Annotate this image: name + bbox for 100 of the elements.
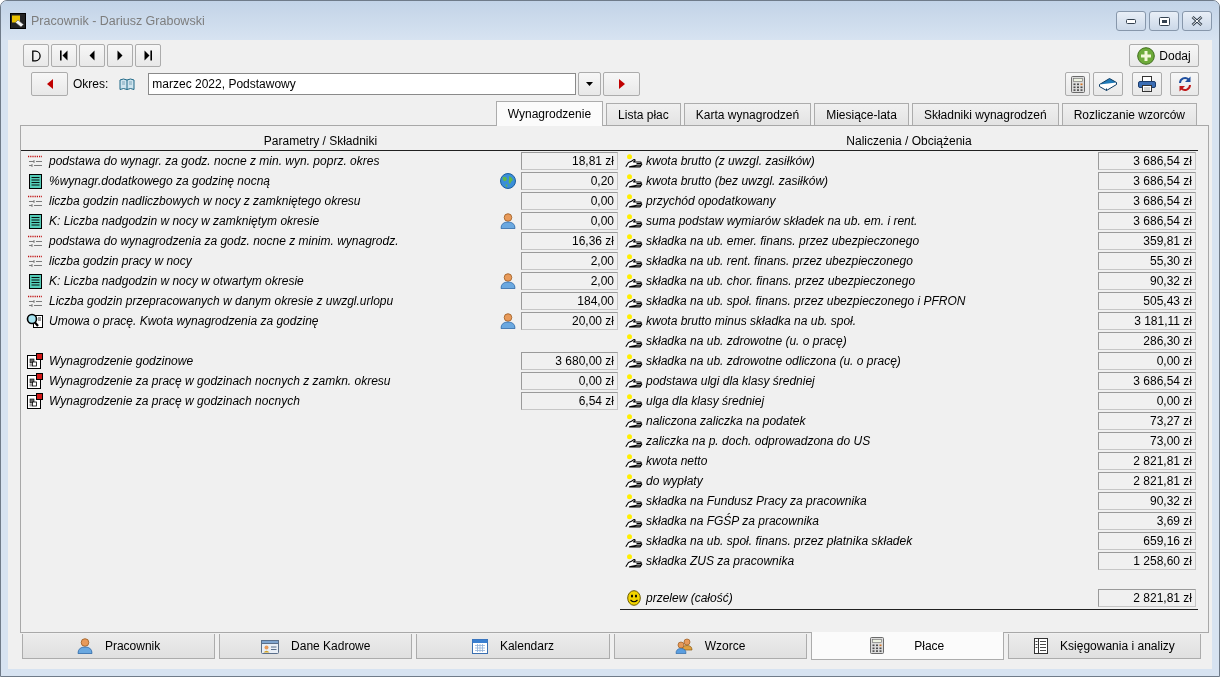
value-field: 0,00	[521, 192, 618, 210]
tab[interactable]: Wzorce	[613, 634, 807, 659]
tab[interactable]: Wynagrodzenie	[495, 101, 604, 126]
tab[interactable]: Karta wynagrodzeń	[683, 103, 812, 125]
minimize-icon	[1126, 18, 1136, 24]
row-label: składka na ub. chor. finans. przez ubezpieczonego	[646, 274, 917, 288]
value-field: 1 258,60 zł	[1098, 552, 1196, 570]
value-field: 90,32 zł	[1098, 272, 1196, 290]
last-icon	[143, 50, 153, 61]
row-label: naliczona zaliczka na podatek	[646, 414, 807, 428]
hand-coin-icon	[625, 234, 643, 248]
value-field: 3 686,54 zł	[1098, 172, 1196, 190]
tab[interactable]: Pracownik	[22, 634, 216, 659]
tab[interactable]: Miesiące-lata	[814, 103, 909, 125]
person-icon	[500, 213, 516, 229]
person-icon	[76, 638, 93, 654]
tab[interactable]: Dane Kadrowe	[219, 634, 413, 659]
print-button[interactable]	[1132, 72, 1162, 96]
value-field: 3 686,54 zł	[1098, 372, 1196, 390]
hand-coin-icon	[625, 354, 643, 368]
nav-button[interactable]	[135, 44, 161, 67]
tab[interactable]: Kalendarz	[416, 634, 610, 659]
row-label: K: Liczba nadgodzin w nocy w otwartym okresie	[49, 274, 305, 288]
hand-coin-icon	[625, 554, 643, 568]
dotted-lines-icon	[27, 195, 43, 207]
row-label: Wynagrodzenie za pracę w godzinach nocnych	[49, 394, 301, 408]
first-icon	[59, 50, 69, 61]
dotted-lines-icon	[27, 235, 43, 247]
row-label: składka na Fundusz Pracy za pracownika	[646, 494, 868, 508]
nav-button[interactable]	[79, 44, 105, 67]
refresh-icon	[1176, 76, 1193, 92]
restore-icon	[1158, 16, 1170, 26]
nav-button[interactable]	[107, 44, 133, 67]
value-field: 20,00 zł	[521, 312, 618, 330]
value-field: 0,20	[521, 172, 618, 190]
period-label: Okres:	[73, 77, 109, 91]
calculator-button[interactable]	[1065, 72, 1090, 96]
value-field: 73,00 zł	[1098, 432, 1196, 450]
row-label: kwota brutto minus składka na ub. społ.	[646, 314, 858, 328]
person-icon	[500, 313, 516, 329]
app-icon	[10, 12, 26, 29]
row-label: Wynagrodzenie za pracę w godzinach nocnych z zamkn. okresu	[49, 374, 392, 388]
hand-coin-icon	[625, 454, 643, 468]
value-field: 2,00	[521, 252, 618, 270]
previous-icon	[89, 50, 95, 61]
window-title: Pracownik - Dariusz Grabowski	[31, 13, 205, 28]
calculator-icon	[1070, 75, 1085, 93]
value-field: 659,16 zł	[1098, 532, 1196, 550]
row-label: składka na ub. zdrowotne odliczona (u. o pracę)	[646, 354, 902, 368]
period-combo-field[interactable]: marzec 2022, Podstawowy	[148, 73, 577, 95]
book-button[interactable]	[1093, 72, 1123, 96]
row-label: ulga dla klasy średniej	[646, 394, 766, 408]
close-icon	[1191, 16, 1203, 26]
tab[interactable]: Księgowania i analizy	[1007, 634, 1202, 659]
hand-coin-icon	[625, 274, 643, 288]
dotted-lines-icon	[27, 255, 43, 267]
refresh-button[interactable]	[1170, 72, 1199, 96]
nav-button[interactable]	[23, 44, 49, 67]
row-label: liczba godzin pracy w nocy	[49, 254, 193, 268]
minimize-button[interactable]	[1116, 11, 1146, 31]
close-button[interactable]	[1182, 11, 1212, 31]
tab[interactable]: Składniki wynagrodzeń	[911, 103, 1059, 125]
next-period-button[interactable]	[603, 72, 641, 96]
hand-coin-icon	[625, 294, 643, 308]
row-label: Umowa o pracę. Kwota wynagrodzenia za godzinę	[49, 314, 320, 328]
row-label: K: Liczba nadgodzin w nocy w zamkniętym okresie	[49, 214, 321, 228]
maximize-button[interactable]	[1149, 11, 1179, 31]
components-icon	[27, 393, 43, 409]
value-field: 505,43 zł	[1098, 292, 1196, 310]
value-field: 3 181,11 zł	[1098, 312, 1196, 330]
nav-button[interactable]	[51, 44, 77, 67]
value-field: 3 680,00 zł	[521, 352, 618, 370]
dropdown-button[interactable]	[578, 72, 602, 96]
ledger-icon	[1034, 638, 1049, 654]
row-label: składka na ub. zdrowotne (u. o pracę)	[646, 334, 848, 348]
value-field: 3 686,54 zł	[1098, 152, 1196, 170]
value-field: 3,69 zł	[1098, 512, 1196, 530]
tab[interactable]: Lista płac	[606, 103, 681, 125]
hand-coin-icon	[625, 394, 643, 408]
row-label: przelew (całość)	[646, 591, 734, 605]
value-field: 184,00	[521, 292, 618, 310]
add-button[interactable]: Dodaj	[1129, 44, 1199, 67]
tab[interactable]: Płace	[810, 632, 1004, 660]
row-label: suma podstaw wymiarów składek na ub. em. i rent.	[646, 214, 919, 228]
value-field: 2 821,81 zł	[1098, 589, 1196, 607]
previous-period-button[interactable]	[31, 72, 68, 96]
components-icon	[27, 353, 43, 369]
notepad-icon	[28, 273, 42, 289]
id-card-icon	[261, 638, 280, 654]
row-label: kwota brutto (bez uwzgl. zasiłków)	[646, 174, 830, 188]
tab[interactable]: Rozliczanie wzorców	[1061, 103, 1197, 125]
triangle-right-icon	[618, 79, 625, 89]
row-label: składka na ub. społ. finans. przez płatnika składek	[646, 534, 914, 548]
row-label: podstawa do wynagrodzenia za godz. nocne z minim. wynagrodz.	[49, 234, 400, 248]
row-label: zaliczka na p. doch. odprowadzona do US	[646, 434, 872, 448]
hand-coin-icon	[625, 314, 643, 328]
row-label: do wypłaty	[646, 474, 704, 488]
people-icon	[674, 638, 693, 654]
value-field: 16,36 zł	[521, 232, 618, 250]
hand-coin-icon	[625, 334, 643, 348]
